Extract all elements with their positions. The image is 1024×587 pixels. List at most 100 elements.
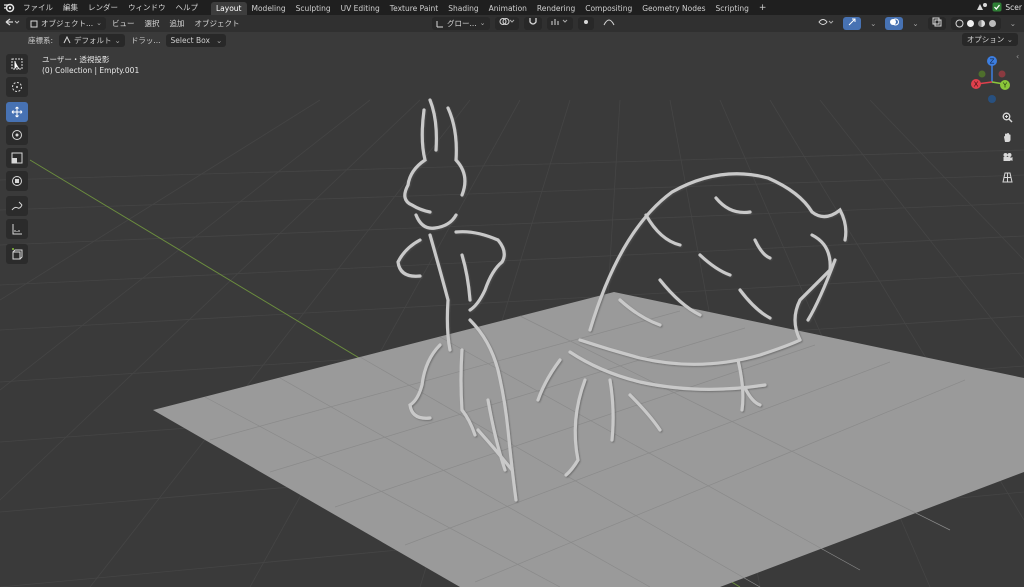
select-box-tool[interactable]	[6, 54, 28, 74]
scale-icon	[11, 152, 23, 164]
tab-compositing[interactable]: Compositing	[580, 2, 637, 15]
chevron-down-icon: ⌄	[215, 35, 223, 45]
gizmo-dropdown[interactable]: ⌄	[866, 17, 880, 30]
view-name: ユーザー・透視投影	[42, 55, 110, 64]
chevron-down-icon: ⌄	[96, 19, 103, 27]
ortho-toggle-button[interactable]	[998, 168, 1016, 186]
tab-scripting[interactable]: Scripting	[711, 2, 754, 15]
scene-icon[interactable]	[975, 1, 989, 14]
scene-check-icon[interactable]	[992, 2, 1002, 14]
orientation-icon	[436, 20, 443, 27]
gizmo-icon	[848, 18, 856, 26]
shading-modes[interactable]	[950, 17, 1001, 30]
orientation-label: グロー...	[447, 19, 477, 28]
snap-magnet-icon	[528, 18, 537, 25]
options-label: オプション	[966, 35, 1005, 44]
orientation-dropdown[interactable]: デフォルト ⌄	[59, 33, 125, 47]
3d-viewport[interactable]	[0, 48, 1024, 587]
xray-icon	[932, 17, 942, 27]
select-mode-value: Select Box	[170, 35, 210, 45]
menu-add[interactable]: 追加	[166, 17, 189, 30]
tab-geometry-nodes[interactable]: Geometry Nodes	[637, 2, 710, 15]
overlay-toggle[interactable]	[885, 17, 904, 30]
annotate-tool[interactable]	[6, 196, 28, 216]
rendered-shading-icon[interactable]	[988, 19, 997, 28]
add-cube-tool[interactable]	[6, 244, 28, 264]
tab-shading[interactable]: Shading	[443, 2, 483, 15]
material-shading-icon[interactable]	[977, 19, 986, 28]
snap-target-dropdown[interactable]	[546, 17, 573, 30]
menu-edit[interactable]: 編集	[58, 0, 83, 15]
viewport-scene[interactable]	[0, 48, 1024, 587]
scale-tool[interactable]	[6, 148, 28, 168]
options-dropdown[interactable]: オプション ⌄	[961, 33, 1018, 46]
menu-window[interactable]: ウィンドウ	[123, 0, 171, 15]
add-workspace-button[interactable]: +	[754, 3, 772, 13]
tool-settings-bar: 座標系: デフォルト ⌄ ドラッ... Select Box ⌄	[0, 32, 1024, 48]
transform-tool[interactable]	[6, 171, 28, 191]
gizmo-toggle[interactable]	[843, 17, 862, 30]
menu-help[interactable]: ヘルプ	[171, 0, 204, 15]
x-axis-label: X	[974, 81, 979, 89]
chevron-down-icon: ⌄	[1006, 35, 1013, 44]
object-mode-icon	[30, 20, 38, 27]
select-mode-dropdown[interactable]: Select Box ⌄	[166, 33, 227, 47]
overlay-icon	[890, 18, 900, 26]
cursor-tool[interactable]	[6, 77, 28, 97]
editor-type-icon	[5, 18, 20, 26]
transform-orientation-dropdown[interactable]: グロー... ⌄	[432, 17, 490, 30]
solid-shading-icon[interactable]	[966, 19, 975, 28]
shading-dropdown[interactable]: ⌄	[1006, 17, 1020, 30]
tab-animation[interactable]: Animation	[484, 2, 532, 15]
neg-z-ball[interactable]	[988, 95, 996, 103]
tab-texture-paint[interactable]: Texture Paint	[385, 2, 443, 15]
menu-view[interactable]: ビュー	[108, 17, 139, 30]
snap-increment-icon	[551, 19, 567, 25]
visibility-dropdown[interactable]	[814, 17, 838, 30]
camera-icon	[1003, 152, 1012, 161]
pivot-dropdown[interactable]	[494, 17, 519, 30]
wireframe-shading-icon[interactable]	[955, 19, 964, 28]
tab-sculpting[interactable]: Sculpting	[291, 2, 336, 15]
measure-tool[interactable]	[6, 219, 28, 239]
eye-icon	[818, 19, 834, 25]
tab-uv-editing[interactable]: UV Editing	[336, 2, 385, 15]
tool-shelf	[6, 54, 30, 267]
pan-hand-icon	[1003, 132, 1010, 142]
orientation-label: 座標系:	[28, 35, 54, 45]
menu-render[interactable]: レンダー	[83, 0, 123, 15]
tab-layout[interactable]: Layout	[211, 1, 247, 15]
axis-icon	[63, 36, 71, 44]
move-tool[interactable]	[6, 102, 28, 122]
navigation-gizmo[interactable]: Z X Y	[965, 52, 1021, 108]
menu-file[interactable]: ファイル	[18, 0, 58, 15]
editor-type-button[interactable]	[0, 17, 24, 30]
zoom-button[interactable]	[998, 108, 1016, 126]
mode-dropdown[interactable]: オブジェクト... ⌄	[26, 17, 107, 30]
scene-name[interactable]: Scer	[1005, 3, 1022, 12]
rotate-tool[interactable]	[6, 125, 28, 145]
menu-select[interactable]: 選択	[141, 17, 164, 30]
z-axis-label: Z	[990, 58, 995, 66]
orientation-value: デフォルト	[74, 35, 112, 45]
menu-object[interactable]: オブジェクト	[191, 17, 244, 30]
snap-toggle[interactable]	[523, 17, 542, 30]
overlay-dropdown[interactable]: ⌄	[908, 17, 922, 30]
neg-x-ball[interactable]	[998, 70, 1006, 78]
blender-logo-icon[interactable]	[0, 0, 18, 15]
viewport-header: オブジェクト... ⌄ ビュー 選択 追加 オブジェクト グロー... ⌄ ⌄ …	[0, 15, 1024, 32]
y-axis-label: Y	[1002, 82, 1008, 90]
camera-view-button[interactable]	[998, 148, 1016, 166]
annotate-icon	[11, 201, 23, 211]
proportional-edit-toggle[interactable]	[577, 17, 594, 30]
pan-button[interactable]	[998, 128, 1016, 146]
falloff-dropdown[interactable]	[599, 17, 619, 30]
neg-y-ball[interactable]	[978, 70, 986, 78]
falloff-curve-icon	[603, 19, 614, 26]
tab-modeling[interactable]: Modeling	[247, 2, 291, 15]
zoom-icon	[1002, 112, 1013, 123]
sidebar-toggle[interactable]: ‹	[1016, 52, 1024, 70]
cursor-3d-icon	[12, 82, 22, 92]
tab-rendering[interactable]: Rendering	[532, 2, 580, 15]
xray-toggle[interactable]	[927, 17, 946, 30]
